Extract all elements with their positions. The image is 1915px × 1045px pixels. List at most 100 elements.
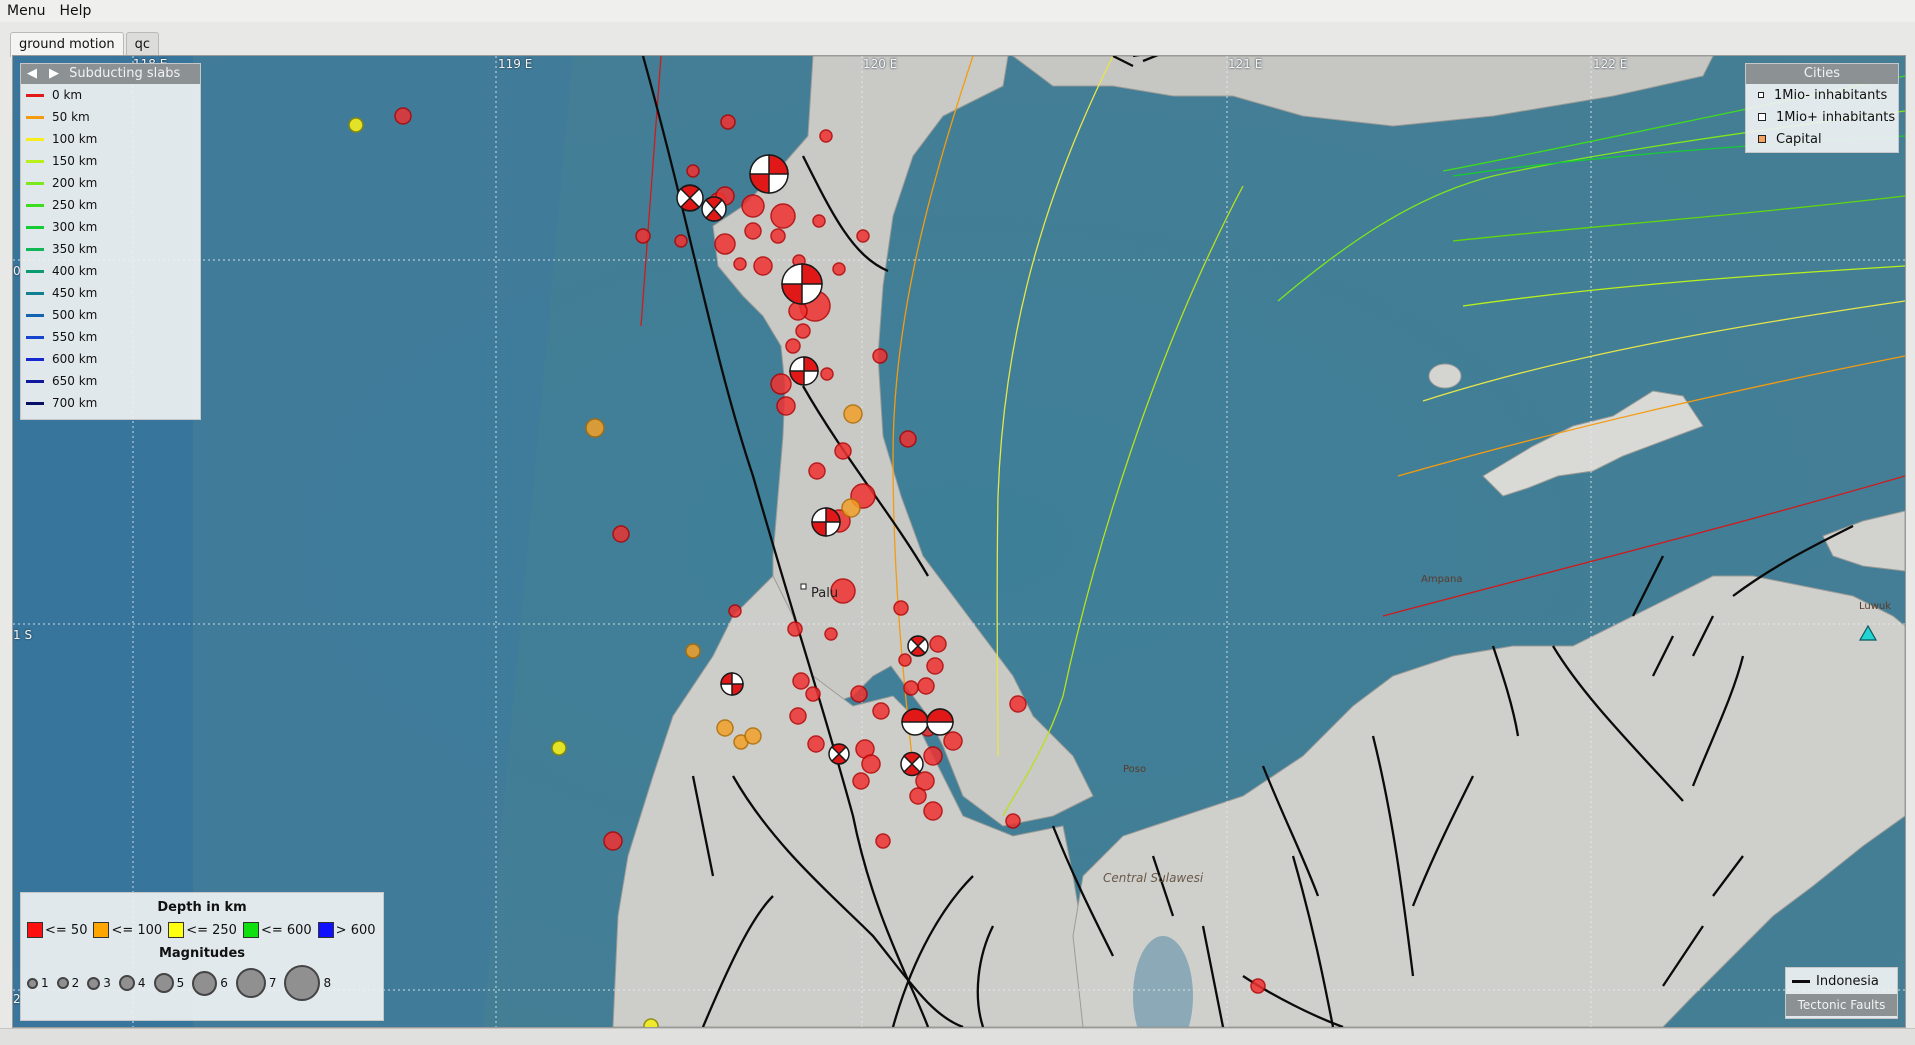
slab-swatch (26, 93, 44, 97)
slab-item: 50 km (21, 106, 200, 128)
capital-icon (1758, 135, 1766, 143)
depth-legend-title: Depth in km (157, 900, 247, 915)
slab-label: 450 km (52, 286, 98, 300)
slabs-legend-header: ◀ ▶ Subducting slabs (21, 64, 200, 84)
faults-legend-title: Tectonic Faults (1786, 994, 1897, 1016)
slab-label: 550 km (52, 330, 98, 344)
slab-item: 200 km (21, 172, 200, 194)
depth-swatch (168, 922, 185, 938)
arrow-right-icon[interactable]: ▶ (43, 64, 65, 84)
slab-label: 300 km (52, 220, 98, 234)
menu-item-help[interactable]: Help (52, 3, 98, 19)
tab-ground-motion[interactable]: ground motion (10, 32, 124, 57)
slab-swatch (26, 247, 44, 251)
slabs-legend: ◀ ▶ Subducting slabs 0 km 50 km 100 km 15… (20, 63, 201, 420)
slab-label: 150 km (52, 154, 98, 168)
faults-legend-item: Indonesia (1786, 968, 1897, 994)
magnitude-circle (118, 975, 135, 991)
city-legend-item: 1Mio+ inhabitants (1746, 106, 1898, 128)
slab-swatch (26, 357, 44, 361)
slab-swatch (26, 115, 44, 119)
depth-item: <= 600 (242, 922, 312, 938)
slab-item: 450 km (21, 282, 200, 304)
map-view[interactable]: 118 E 119 E 120 E 121 E 122 E 0 1 S 2 Pa… (12, 55, 1906, 1028)
magnitude-item: 6 (192, 970, 228, 996)
map-canvas[interactable] (13, 56, 1905, 1027)
slab-label: 400 km (52, 264, 98, 278)
place-label-palu: Palu (811, 586, 839, 601)
magnitude-label: 7 (268, 976, 277, 990)
slab-swatch (26, 313, 44, 317)
magnitude-label: 8 (323, 976, 332, 990)
place-label-ampana: Ampana (1421, 574, 1463, 585)
slab-item: 650 km (21, 370, 200, 392)
magnitude-circle (284, 965, 321, 1001)
magnitude-item: 5 (153, 973, 185, 993)
status-bar (0, 1028, 1915, 1045)
slab-swatch (26, 401, 44, 405)
magnitude-label: 2 (71, 976, 80, 990)
magnitude-label: 5 (176, 976, 185, 990)
slab-swatch (26, 181, 44, 185)
arrow-left-icon[interactable]: ◀ (21, 64, 43, 84)
place-label-central-sulawesi: Central Sulawesi (1103, 871, 1204, 885)
magnitude-label: 6 (220, 976, 228, 990)
slab-item: 0 km (21, 84, 200, 106)
slab-swatch (26, 379, 44, 383)
menu-bar: Menu Help (0, 0, 1915, 22)
depth-swatch (317, 922, 334, 938)
city-legend-item: Capital (1746, 128, 1898, 150)
place-label-luwuk: Luwuk (1859, 601, 1892, 612)
slab-swatch (26, 203, 44, 207)
magnitude-circle (87, 976, 101, 990)
land-unauna (1428, 363, 1462, 389)
cities-legend-title: Cities (1746, 64, 1898, 84)
lat-label: 1 S (13, 628, 33, 642)
magnitude-circle (235, 968, 266, 998)
slab-label: 200 km (52, 176, 98, 190)
depth-item: <= 100 (93, 922, 162, 938)
slab-item: 300 km (21, 216, 200, 238)
magnitude-circle (153, 973, 174, 993)
depth-item: > 600 (317, 922, 376, 938)
faults-legend-label: Indonesia (1816, 973, 1879, 989)
depth-item: <= 250 (168, 922, 237, 938)
slab-label: 250 km (52, 198, 98, 212)
depth-legend-items: <= 50 <= 100 <= 250 <= 600 > 600 (27, 922, 383, 938)
slab-swatch (26, 335, 44, 339)
slab-item: 550 km (21, 326, 200, 348)
slab-item: 250 km (21, 194, 200, 216)
tab-bar: ground motion qc (10, 32, 161, 57)
cities-legend: Cities 1Mio- inhabitants 1Mio+ inhabitan… (1745, 63, 1899, 153)
magnitude-item: 8 (284, 965, 331, 1001)
slab-label: 500 km (52, 308, 98, 322)
slab-swatch (26, 225, 44, 229)
city-legend-label: 1Mio- inhabitants (1774, 87, 1888, 103)
magnitude-circle (192, 970, 218, 996)
depth-swatch (242, 922, 259, 938)
magnitude-item: 4 (118, 975, 146, 991)
place-label-poso: Poso (1123, 764, 1147, 775)
magnitude-label: 4 (137, 976, 146, 990)
magnitude-label: 3 (103, 976, 111, 990)
slab-item: 600 km (21, 348, 200, 370)
lon-label: 122 E (1593, 57, 1628, 71)
lon-label: 120 E (863, 57, 898, 71)
slab-item: 350 km (21, 238, 200, 260)
slab-item: 400 km (21, 260, 200, 282)
slab-label: 600 km (52, 352, 98, 366)
slab-item: 700 km (21, 392, 200, 414)
depth-label: <= 50 (45, 922, 88, 938)
slabs-legend-title: Subducting slabs (69, 66, 181, 81)
depth-label: <= 100 (111, 922, 163, 938)
depth-label: <= 250 (186, 922, 237, 938)
menu-item-menu[interactable]: Menu (0, 3, 52, 19)
tab-qc[interactable]: qc (125, 32, 160, 56)
slab-item: 100 km (21, 128, 200, 150)
magnitude-legend-items: 1 2 3 4 5 6 7 8 (27, 965, 383, 1001)
slabs-legend-list: 0 km 50 km 100 km 150 km 200 km 250 km 3… (21, 84, 200, 414)
magnitude-circle (27, 977, 38, 989)
lon-label: 119 E (498, 57, 533, 71)
depth-swatch (27, 922, 43, 938)
slab-swatch (26, 291, 44, 295)
